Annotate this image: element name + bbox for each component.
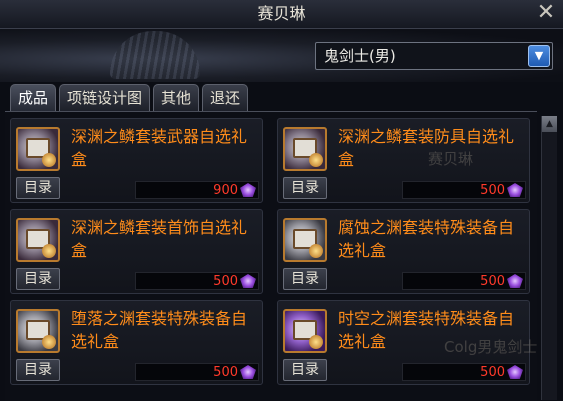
scrollbar[interactable]: ▲ xyxy=(541,116,557,400)
list-item[interactable]: 深渊之鳞套装防具自选礼盒 目录 500 xyxy=(277,118,530,203)
item-price: 500 xyxy=(213,365,238,380)
catalog-button[interactable]: 目录 xyxy=(283,177,327,199)
gift-box-icon xyxy=(283,309,327,353)
item-name: 深渊之鳞套装首饰自选礼盒 xyxy=(71,218,248,260)
item-name: 时空之渊套装特殊装备自选礼盒 xyxy=(338,309,515,351)
tab-necklace-blueprint[interactable]: 项链设计图 xyxy=(59,84,151,111)
item-name: 深渊之鳞套装防具自选礼盒 xyxy=(338,127,515,169)
gift-box-icon xyxy=(16,218,60,262)
item-price: 500 xyxy=(480,183,505,198)
price-bar: 500 xyxy=(402,181,526,199)
price-bar: 500 xyxy=(402,363,526,381)
tab-bar: 成品 项链设计图 其他 退还 xyxy=(10,84,249,111)
title-bar: 赛贝琳 ✕ xyxy=(0,0,563,29)
window-title: 赛贝琳 xyxy=(257,4,306,23)
list-item[interactable]: 腐蚀之渊套装特殊装备自选礼盒 目录 500 xyxy=(277,209,530,294)
tab-products[interactable]: 成品 xyxy=(10,84,57,111)
catalog-button[interactable]: 目录 xyxy=(283,268,327,290)
gem-currency-icon xyxy=(507,183,523,197)
catalog-button[interactable]: 目录 xyxy=(16,268,60,290)
catalog-button[interactable]: 目录 xyxy=(283,359,327,381)
list-item[interactable]: 深渊之鳞套装首饰自选礼盒 目录 500 xyxy=(10,209,263,294)
price-bar: 900 xyxy=(135,181,259,199)
item-name: 深渊之鳞套装武器自选礼盒 xyxy=(71,127,248,169)
tab-other[interactable]: 其他 xyxy=(153,84,200,111)
catalog-button[interactable]: 目录 xyxy=(16,359,60,381)
gift-box-icon xyxy=(16,309,60,353)
gift-box-icon xyxy=(16,127,60,171)
item-price: 900 xyxy=(213,183,238,198)
gift-box-icon xyxy=(283,127,327,171)
item-price: 500 xyxy=(213,274,238,289)
item-price: 500 xyxy=(480,274,505,289)
scroll-up-icon[interactable]: ▲ xyxy=(542,116,557,132)
gem-currency-icon xyxy=(507,274,523,288)
list-item[interactable]: 深渊之鳞套装武器自选礼盒 目录 900 xyxy=(10,118,263,203)
price-bar: 500 xyxy=(135,272,259,290)
tab-refund[interactable]: 退还 xyxy=(202,84,249,111)
gem-currency-icon xyxy=(240,183,256,197)
job-select-value: 鬼剑士(男) xyxy=(324,47,396,65)
gem-currency-icon xyxy=(507,365,523,379)
shop-emblem-icon xyxy=(110,31,200,79)
item-name: 堕落之渊套装特殊装备自选礼盒 xyxy=(71,309,248,351)
item-price: 500 xyxy=(480,365,505,380)
gift-box-icon xyxy=(283,218,327,262)
list-item[interactable]: 堕落之渊套装特殊装备自选礼盒 目录 500 xyxy=(10,300,263,385)
chevron-down-icon[interactable]: ▼ xyxy=(528,45,550,67)
price-bar: 500 xyxy=(402,272,526,290)
price-bar: 500 xyxy=(135,363,259,381)
job-select[interactable]: 鬼剑士(男) ▼ xyxy=(315,42,553,70)
item-name: 腐蚀之渊套装特殊装备自选礼盒 xyxy=(338,218,515,260)
catalog-button[interactable]: 目录 xyxy=(16,177,60,199)
gem-currency-icon xyxy=(240,274,256,288)
item-list: 深渊之鳞套装武器自选礼盒 目录 900 深渊之鳞套装防具自选礼盒 目录 500 … xyxy=(5,111,537,401)
close-icon[interactable]: ✕ xyxy=(535,2,557,24)
gem-currency-icon xyxy=(240,365,256,379)
list-item[interactable]: 时空之渊套装特殊装备自选礼盒 目录 500 xyxy=(277,300,530,385)
